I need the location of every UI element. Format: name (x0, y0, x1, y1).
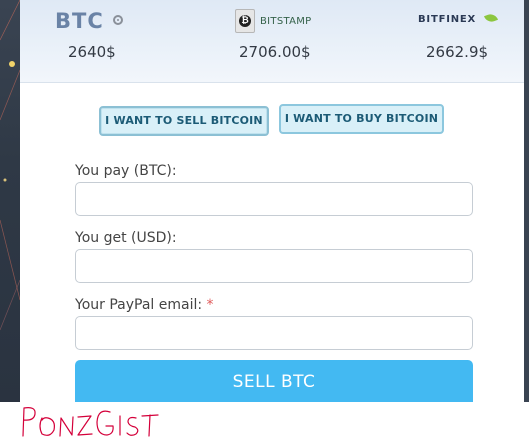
bitcoin-icon: ₿ (235, 9, 255, 33)
btc-logo: BTC (55, 9, 104, 33)
get-label: You get (USD): (75, 230, 177, 246)
email-label-text: Your PayPal email: (75, 297, 203, 313)
leaf-icon (483, 12, 499, 24)
sell-btc-button[interactable]: SELL BTC (75, 360, 473, 404)
pay-label: You pay (BTC): (75, 163, 177, 179)
required-mark: * (206, 297, 214, 313)
rates-header: BTC 2640$ ₿ BITSTAMP 2706.00$ BITFINEX 2… (20, 0, 524, 83)
coin-icon (113, 15, 123, 25)
tab-sell-bitcoin[interactable]: I WANT TO SELL BITCOIN (99, 106, 269, 136)
get-input[interactable] (75, 249, 473, 283)
background-network (0, 0, 20, 402)
bitfinex-logo: BITFINEX (418, 14, 477, 25)
background-edge (524, 0, 529, 402)
pay-input[interactable] (75, 182, 473, 216)
handwritten-signature (18, 402, 218, 441)
bitstamp-rate: 2706.00$ (239, 43, 311, 61)
btc-rate: 2640$ (68, 43, 116, 61)
exchange-panel: BTC 2640$ ₿ BITSTAMP 2706.00$ BITFINEX 2… (20, 0, 524, 404)
email-label: Your PayPal email: * (75, 297, 214, 313)
bitfinex-rate: 2662.9$ (426, 43, 489, 61)
email-field[interactable] (75, 316, 473, 350)
tab-buy-bitcoin[interactable]: I WANT TO BUY BITCOIN (279, 104, 444, 134)
